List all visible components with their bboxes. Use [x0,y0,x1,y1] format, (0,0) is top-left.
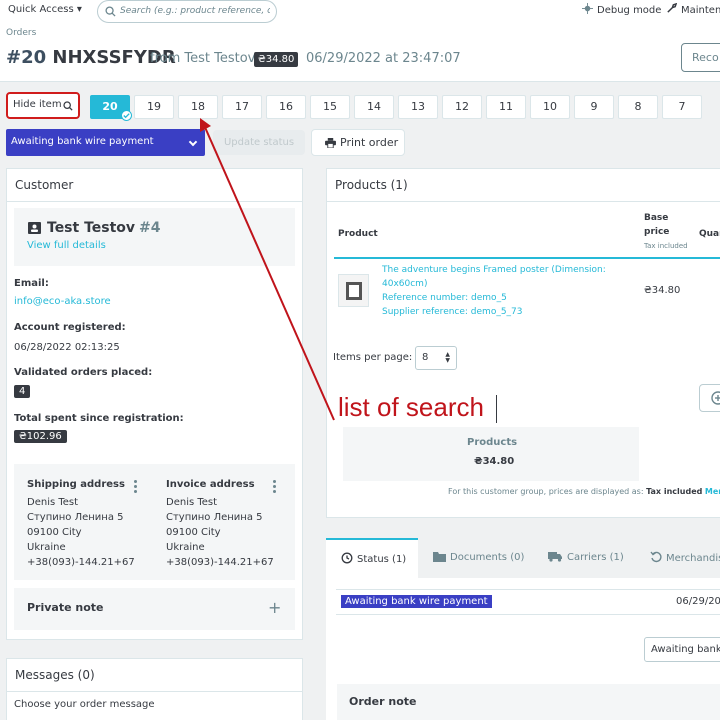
annotation-arrow-line [203,124,335,421]
annotation-arrow [200,118,335,421]
text-cursor [496,395,497,423]
annotation-text: list of search [338,392,484,422]
